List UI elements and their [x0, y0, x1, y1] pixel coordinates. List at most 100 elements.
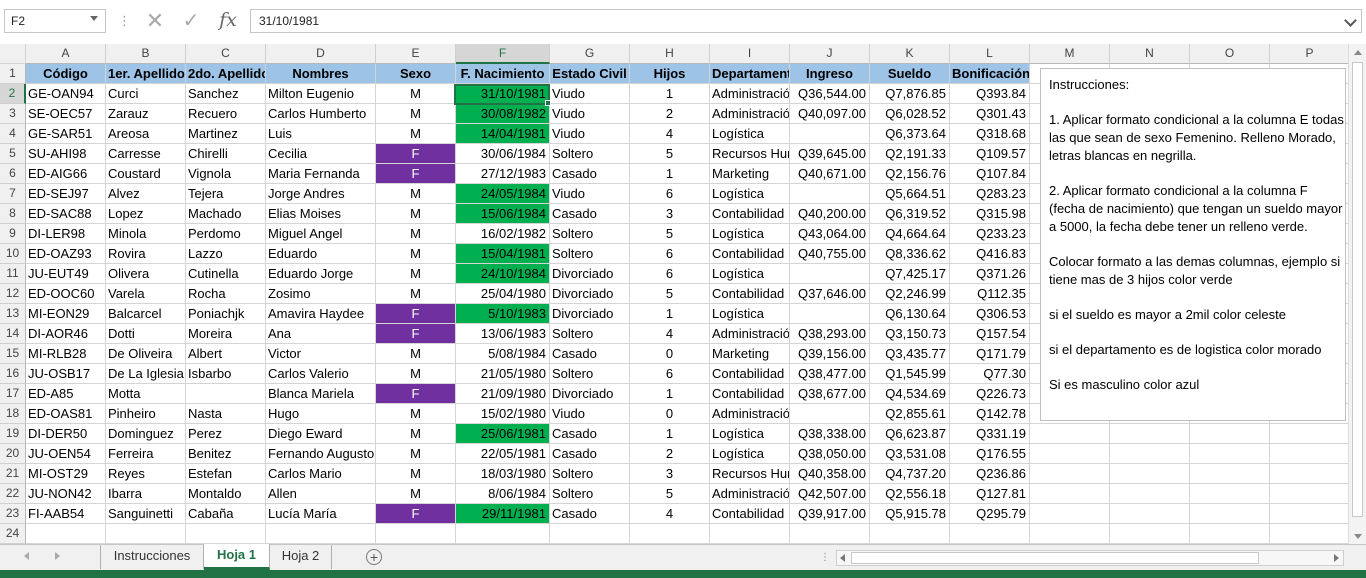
cell-j3[interactable]: Q40,097.00	[790, 104, 870, 124]
cell-h14[interactable]: 4	[630, 324, 710, 344]
cell-e6[interactable]: F	[376, 164, 456, 184]
cell-c12[interactable]: Rocha	[186, 284, 266, 304]
cell-k22[interactable]: Q2,556.18	[870, 484, 950, 504]
cell-f11[interactable]: 24/10/1984	[456, 264, 550, 284]
row-header[interactable]: 17	[0, 384, 26, 404]
column-header-c[interactable]: C	[186, 44, 266, 64]
cell-n24[interactable]	[1110, 524, 1190, 544]
cell-c14[interactable]: Moreira	[186, 324, 266, 344]
cell-d17[interactable]: Blanca Mariela	[266, 384, 376, 404]
cell-c7[interactable]: Tejera	[186, 184, 266, 204]
select-all-corner[interactable]	[0, 44, 26, 64]
cell-l3[interactable]: Q301.43	[950, 104, 1030, 124]
cell-a18[interactable]: ED-OAS81	[26, 404, 106, 424]
cell-g16[interactable]: Soltero	[550, 364, 630, 384]
cell-l13[interactable]: Q306.53	[950, 304, 1030, 324]
column-header-i[interactable]: I	[710, 44, 790, 64]
cell-c6[interactable]: Vignola	[186, 164, 266, 184]
cell-k19[interactable]: Q6,623.87	[870, 424, 950, 444]
cell-j22[interactable]: Q42,507.00	[790, 484, 870, 504]
cell-p20[interactable]	[1270, 444, 1348, 464]
row-header[interactable]: 9	[0, 224, 26, 244]
cell-j8[interactable]: Q40,200.00	[790, 204, 870, 224]
cell-f21[interactable]: 18/03/1980	[456, 464, 550, 484]
cell-e2[interactable]: M	[376, 84, 456, 104]
row-header[interactable]: 18	[0, 404, 26, 424]
vertical-scrollbar[interactable]	[1348, 44, 1366, 544]
cell-k5[interactable]: Q2,191.33	[870, 144, 950, 164]
cell-h20[interactable]: 2	[630, 444, 710, 464]
cell-j19[interactable]: Q38,338.00	[790, 424, 870, 444]
formula-input[interactable]: 31/10/1981	[250, 9, 1362, 33]
cell-c5[interactable]: Chirelli	[186, 144, 266, 164]
cell-n20[interactable]	[1110, 444, 1190, 464]
cell-p24[interactable]	[1270, 524, 1348, 544]
cell-g9[interactable]: Soltero	[550, 224, 630, 244]
name-box[interactable]: F2	[4, 9, 106, 33]
cell-f8[interactable]: 15/06/1984	[456, 204, 550, 224]
cell-h2[interactable]: 1	[630, 84, 710, 104]
column-header-g[interactable]: G	[550, 44, 630, 64]
cell-a13[interactable]: MI-EON29	[26, 304, 106, 324]
cell-k14[interactable]: Q3,150.73	[870, 324, 950, 344]
instructions-textbox[interactable]: Instrucciones: 1. Aplicar formato condici…	[1040, 68, 1346, 421]
cell-f13[interactable]: 5/10/1983	[456, 304, 550, 324]
cell-m19[interactable]	[1030, 424, 1110, 444]
cell-l16[interactable]: Q77.30	[950, 364, 1030, 384]
cell-f18[interactable]: 15/02/1980	[456, 404, 550, 424]
cell-f24[interactable]	[456, 524, 550, 544]
cell-f2[interactable]: 31/10/1981	[456, 84, 550, 104]
cell-c11[interactable]: Cutinella	[186, 264, 266, 284]
column-header-h[interactable]: H	[630, 44, 710, 64]
cell-f22[interactable]: 8/06/1984	[456, 484, 550, 504]
cell-k4[interactable]: Q6,373.64	[870, 124, 950, 144]
cell-b22[interactable]: Ibarra	[106, 484, 186, 504]
cell-l12[interactable]: Q112.35	[950, 284, 1030, 304]
cell-e12[interactable]: M	[376, 284, 456, 304]
tab-instrucciones[interactable]: Instrucciones	[100, 545, 204, 569]
row-header[interactable]: 13	[0, 304, 26, 324]
cell-c17[interactable]	[186, 384, 266, 404]
cell-i12[interactable]: Contabilidad	[710, 284, 790, 304]
cell-j23[interactable]: Q39,917.00	[790, 504, 870, 524]
cell-i13[interactable]: Logística	[710, 304, 790, 324]
cell-e19[interactable]: M	[376, 424, 456, 444]
cell-k12[interactable]: Q2,246.99	[870, 284, 950, 304]
cell-i5[interactable]: Recursos Humanos	[710, 144, 790, 164]
cell-l21[interactable]: Q236.86	[950, 464, 1030, 484]
cell-k21[interactable]: Q4,737.20	[870, 464, 950, 484]
cell-e4[interactable]: M	[376, 124, 456, 144]
horizontal-scroll-thumb[interactable]	[851, 552, 1259, 564]
column-header-d[interactable]: D	[266, 44, 376, 64]
row-header[interactable]: 14	[0, 324, 26, 344]
cell-a24[interactable]	[26, 524, 106, 544]
cell-e18[interactable]: M	[376, 404, 456, 424]
cell-a6[interactable]: ED-AIG66	[26, 164, 106, 184]
cell-b24[interactable]	[106, 524, 186, 544]
cell-b19[interactable]: Dominguez	[106, 424, 186, 444]
cell-c8[interactable]: Machado	[186, 204, 266, 224]
cell-e8[interactable]: M	[376, 204, 456, 224]
cell-e7[interactable]: M	[376, 184, 456, 204]
cell-h5[interactable]: 5	[630, 144, 710, 164]
cell-l9[interactable]: Q233.23	[950, 224, 1030, 244]
cell-k20[interactable]: Q3,531.08	[870, 444, 950, 464]
cell-l20[interactable]: Q176.55	[950, 444, 1030, 464]
cell-e11[interactable]: M	[376, 264, 456, 284]
cell-c13[interactable]: Poniachjk	[186, 304, 266, 324]
cell-l22[interactable]: Q127.81	[950, 484, 1030, 504]
cell-l7[interactable]: Q283.23	[950, 184, 1030, 204]
cell-l11[interactable]: Q371.26	[950, 264, 1030, 284]
cell-c19[interactable]: Perez	[186, 424, 266, 444]
cell-j7[interactable]	[790, 184, 870, 204]
row-header[interactable]: 22	[0, 484, 26, 504]
cell-k6[interactable]: Q2,156.76	[870, 164, 950, 184]
cell-c24[interactable]	[186, 524, 266, 544]
cell-j14[interactable]: Q38,293.00	[790, 324, 870, 344]
cell-m21[interactable]	[1030, 464, 1110, 484]
cell-d13[interactable]: Amavira Haydee	[266, 304, 376, 324]
row-header[interactable]: 5	[0, 144, 26, 164]
cell-i16[interactable]: Contabilidad	[710, 364, 790, 384]
cell-d2[interactable]: Milton Eugenio	[266, 84, 376, 104]
cell-a14[interactable]: DI-AOR46	[26, 324, 106, 344]
